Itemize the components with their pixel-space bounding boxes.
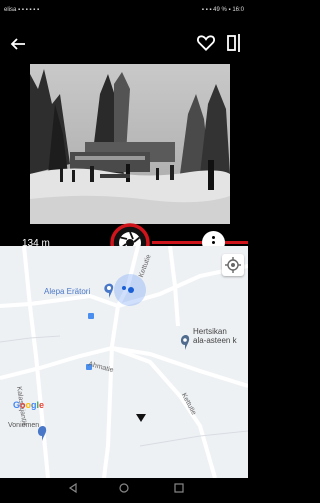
map-view[interactable]: Alepa Erätori Hertsikan ala-asteen k Ket… <box>0 246 248 478</box>
place-label-voniemen: Voniemen <box>8 422 40 429</box>
location-pin-icon[interactable] <box>180 334 190 350</box>
poi-school-line1: Hertsikan <box>193 327 227 336</box>
google-logo: Google <box>13 400 45 410</box>
direction-marker-icon <box>136 414 146 422</box>
map-roads <box>0 246 248 478</box>
poi-label-alepa[interactable]: Alepa Erätori <box>44 287 90 296</box>
status-bar: elisa ▪ ▪ ▪ ▪ ▪ ▪ ▪ ▪ ▪ 49 % ▪ 16:0 <box>0 0 248 20</box>
poi-label-school[interactable]: Hertsikan ala-asteen k <box>193 327 237 345</box>
nav-home-icon[interactable] <box>119 483 129 493</box>
poi-school-line2: ala-asteen k <box>193 336 237 345</box>
compare-icon[interactable] <box>227 34 243 52</box>
historic-photo[interactable] <box>30 64 230 224</box>
heart-icon[interactable] <box>196 33 216 53</box>
status-right: ▪ ▪ ▪ 49 % ▪ 16:0 <box>201 7 244 13</box>
nav-back-icon[interactable] <box>68 482 77 494</box>
top-bar <box>0 20 248 66</box>
back-arrow-icon[interactable] <box>10 37 26 51</box>
location-pin-icon[interactable] <box>104 283 114 298</box>
status-left: elisa ▪ ▪ ▪ ▪ ▪ ▪ <box>4 7 40 13</box>
locate-button[interactable] <box>222 254 244 276</box>
locate-icon <box>225 257 241 273</box>
highlight-pointer-line <box>152 241 248 244</box>
nav-recents-icon[interactable] <box>174 483 184 493</box>
system-nav-bar <box>0 478 248 498</box>
